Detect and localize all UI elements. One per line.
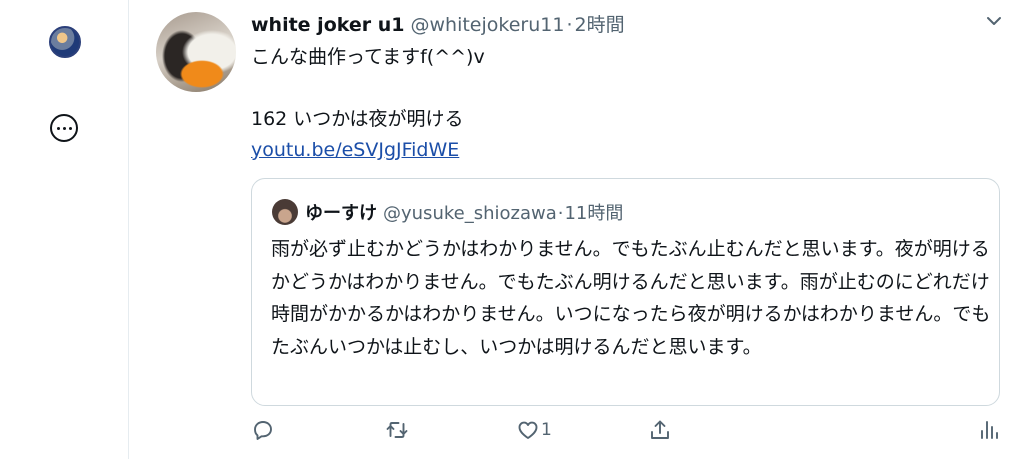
quoted-author-display-name: ゆーすけ bbox=[305, 203, 377, 224]
like-count: 1 bbox=[541, 420, 552, 440]
dot bbox=[62, 126, 66, 130]
quoted-tweet[interactable]: ゆーすけ @yusuke_shiozawa · 11時間 雨が必ず止むかどうかは… bbox=[251, 178, 1000, 406]
chevron-down-icon[interactable] bbox=[986, 14, 1002, 28]
separator: · bbox=[557, 203, 564, 224]
author-display-name[interactable]: white joker u1 bbox=[251, 14, 404, 36]
author-avatar[interactable] bbox=[156, 12, 236, 92]
more-options-button[interactable] bbox=[50, 114, 78, 142]
quoted-author-avatar bbox=[272, 199, 298, 225]
reply-icon bbox=[254, 421, 272, 440]
separator: · bbox=[566, 14, 573, 36]
tweet-timestamp[interactable]: 2時間 bbox=[574, 10, 624, 37]
quoted-tweet-timestamp: 11時間 bbox=[564, 203, 624, 224]
retweet-button[interactable] bbox=[385, 418, 409, 442]
tweet-header: white joker u1 @whitejokeru11 · 2時間 bbox=[251, 10, 625, 37]
like-button[interactable]: 1 bbox=[516, 418, 552, 442]
retweet-icon bbox=[386, 422, 408, 438]
quoted-tweet-text: 雨が必ず止むかどうかはわかりません。でもたぶん止むんだと思います。夜が明けるかど… bbox=[271, 238, 991, 358]
share-button[interactable] bbox=[648, 418, 672, 442]
left-sidebar bbox=[0, 0, 129, 459]
tweet-link[interactable]: youtu.be/eSVJgJFidWE bbox=[251, 137, 459, 163]
author-handle[interactable]: @whitejokeru11 bbox=[410, 14, 564, 36]
heart-icon bbox=[518, 421, 538, 439]
tweet-text-line-2: 162 いつかは夜が明ける bbox=[251, 108, 464, 130]
analytics-icon bbox=[981, 421, 998, 439]
share-icon bbox=[651, 420, 669, 439]
tweet-text-line-1: こんな曲作ってますf(^^)v bbox=[251, 46, 485, 68]
analytics-button[interactable] bbox=[977, 418, 1001, 442]
quoted-tweet-header: ゆーすけ @yusuke_shiozawa · 11時間 bbox=[305, 199, 623, 225]
account-avatar[interactable] bbox=[49, 26, 81, 58]
reply-button[interactable] bbox=[251, 418, 275, 442]
dot bbox=[68, 126, 72, 130]
quoted-author-handle: @yusuke_shiozawa bbox=[383, 203, 557, 224]
dot bbox=[56, 126, 60, 130]
tweet-action-bar: 1 bbox=[0, 418, 1024, 448]
